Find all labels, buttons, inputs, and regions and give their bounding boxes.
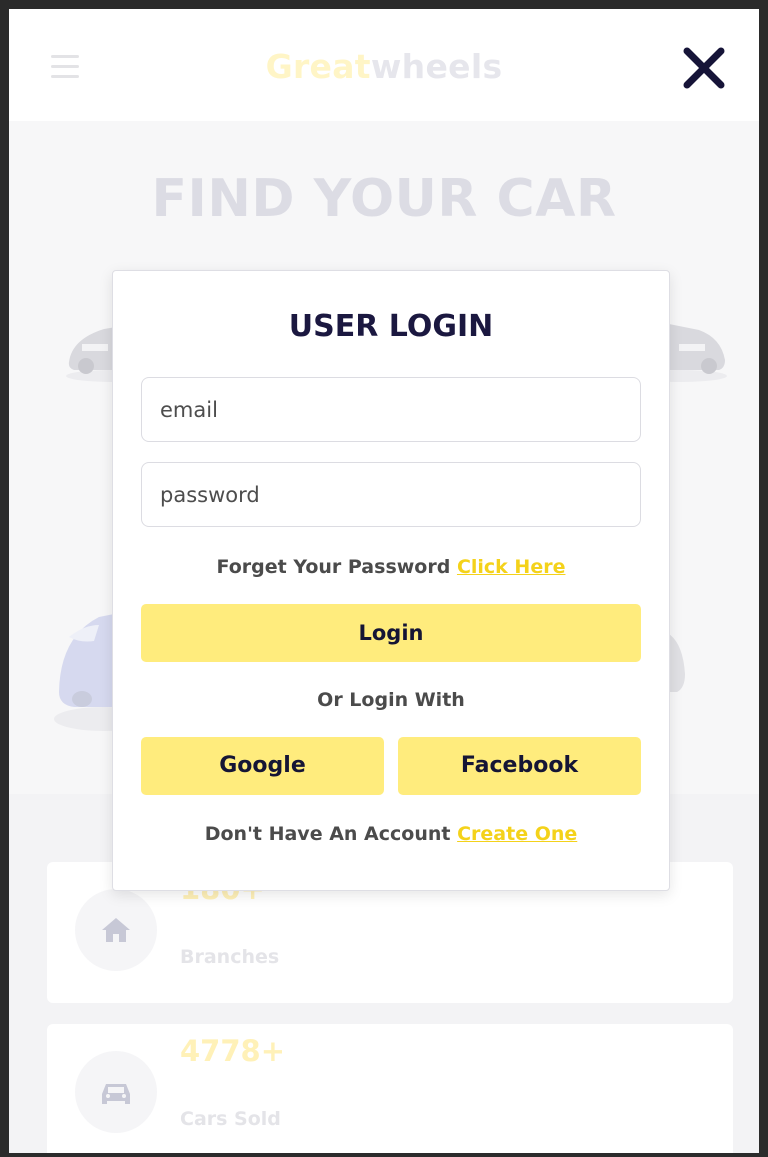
facebook-login-button[interactable]: Facebook xyxy=(398,737,641,795)
car-icon xyxy=(75,1051,157,1133)
stat-label: Cars Sold xyxy=(180,1108,281,1130)
logo-part-great: Great xyxy=(265,47,371,86)
car-image-right-bottom xyxy=(669,624,699,708)
forgot-password-link[interactable]: Click Here xyxy=(457,556,566,578)
close-icon[interactable] xyxy=(679,43,729,93)
stat-label: Branches xyxy=(180,946,280,968)
create-account-link[interactable]: Create One xyxy=(457,823,577,845)
app-frame: Greatwheels FIND YOUR CAR Branches 4778+… xyxy=(9,9,759,1153)
or-login-with-text: Or Login With xyxy=(317,689,465,711)
car-image-right-top xyxy=(631,304,729,388)
login-modal: USER LOGIN Forget Your Password Click He… xyxy=(112,270,670,891)
header: Greatwheels xyxy=(9,9,759,121)
forgot-password-text: Forget Your Password Click Here xyxy=(113,556,669,578)
logo[interactable]: Greatwheels xyxy=(9,47,759,86)
logo-part-wheels: wheels xyxy=(370,47,503,86)
email-input[interactable] xyxy=(141,377,641,442)
stat-card-cars-sold: 4778+ Cars Sold xyxy=(47,1024,733,1153)
password-input[interactable] xyxy=(141,462,641,527)
home-icon xyxy=(75,889,157,971)
login-title: USER LOGIN xyxy=(288,309,494,344)
signup-label: Don't Have An Account xyxy=(204,823,451,845)
stat-value: 4778+ xyxy=(180,1034,286,1068)
google-login-button[interactable]: Google xyxy=(141,737,384,795)
login-button[interactable]: Login xyxy=(141,604,641,662)
hero-title: FIND YOUR CAR xyxy=(151,169,617,229)
signup-text: Don't Have An Account Create One xyxy=(113,823,669,845)
forgot-password-label: Forget Your Password xyxy=(216,556,451,578)
